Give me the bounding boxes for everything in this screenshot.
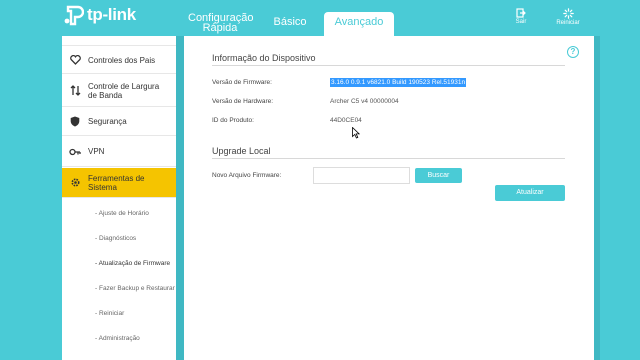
submenu-diagnostics[interactable]: - Diagnósticos (95, 235, 136, 242)
mouse-cursor-icon (352, 126, 361, 144)
sidebar-item-label: VPN (88, 147, 105, 156)
top-header: tp-link Configuração Rápida Básico Avanç… (0, 0, 640, 36)
submenu-time-settings[interactable]: - Ajuste de Horário (95, 210, 149, 217)
submenu-firmware-update[interactable]: - Atualização de Firmware (95, 260, 170, 267)
sidebar-item-parental-controls[interactable]: Controles dos Pais (62, 47, 176, 74)
reboot-button[interactable]: Reiniciar (556, 8, 580, 26)
sidebar-item-label: Controles dos Pais (88, 55, 156, 65)
tab-quick-setup[interactable]: Configuração Rápida (188, 13, 253, 34)
logout-icon (516, 8, 526, 18)
sidebar-item-bandwidth-control[interactable]: Controle de Largura de Banda (62, 75, 176, 107)
firmware-file-label: Novo Arquivo Firmware: (212, 172, 282, 179)
sidebar: Controles dos Pais Controle de Largura d… (62, 36, 176, 360)
sidebar-item-label: Segurança (88, 117, 127, 126)
section-divider (212, 65, 565, 66)
shield-icon (62, 116, 88, 127)
product-id-label: ID do Produto: (212, 117, 254, 124)
section-divider (212, 158, 565, 159)
reboot-label: Reiniciar (556, 20, 580, 26)
reboot-icon (562, 8, 574, 19)
update-button[interactable]: Atualizar (495, 185, 565, 201)
device-info-title: Informação do Dispositivo (212, 53, 316, 63)
main-panel: Informação do Dispositivo ? Versão de Fi… (184, 36, 594, 360)
tab-quick-setup-line2: Rápida (202, 22, 238, 34)
hardware-version-value: Archer C5 v4 00000004 (330, 98, 399, 105)
heart-icon (62, 55, 88, 65)
logout-button[interactable]: Sair (509, 8, 533, 25)
submenu-administration[interactable]: - Administração (95, 335, 140, 342)
right-border (594, 36, 600, 360)
tab-advanced[interactable]: Avançado (324, 12, 394, 36)
firmware-version-label: Versão de Firmware: (212, 79, 272, 86)
sidebar-item-vpn[interactable]: VPN (62, 137, 176, 167)
sidebar-item-partial[interactable] (62, 36, 176, 46)
local-upgrade-title: Upgrade Local (212, 146, 271, 156)
sidebar-divider (176, 36, 184, 360)
help-icon[interactable]: ? (567, 46, 579, 58)
sidebar-item-system-tools[interactable]: Ferramentas de Sistema (62, 168, 176, 198)
sidebar-item-label: Ferramentas de Sistema (88, 173, 145, 192)
brand-name: tp-link (87, 5, 136, 24)
submenu-reboot[interactable]: - Reiniciar (95, 310, 124, 317)
sidebar-item-security[interactable]: Segurança (62, 108, 176, 136)
sidebar-item-label: Controle de Largura de Banda (88, 81, 160, 100)
firmware-file-input[interactable] (313, 167, 410, 184)
hardware-version-label: Versão de Hardware: (212, 98, 274, 105)
tp-link-logo-icon (62, 4, 85, 26)
submenu-backup-restore[interactable]: - Fazer Backup e Restaurar (95, 285, 175, 292)
browse-button[interactable]: Buscar (415, 168, 462, 183)
logout-label: Sair (515, 19, 527, 25)
firmware-version-value: 3.16.0 0.9.1 v6821.0 Build 190523 Rel.51… (330, 78, 467, 87)
product-id-value: 44D0CE04 (330, 117, 362, 124)
tp-link-logo[interactable]: tp-link (62, 4, 136, 26)
tab-basic[interactable]: Básico (270, 17, 310, 28)
bandwidth-icon (62, 85, 88, 96)
gear-icon (62, 177, 88, 188)
vpn-icon (62, 147, 88, 157)
